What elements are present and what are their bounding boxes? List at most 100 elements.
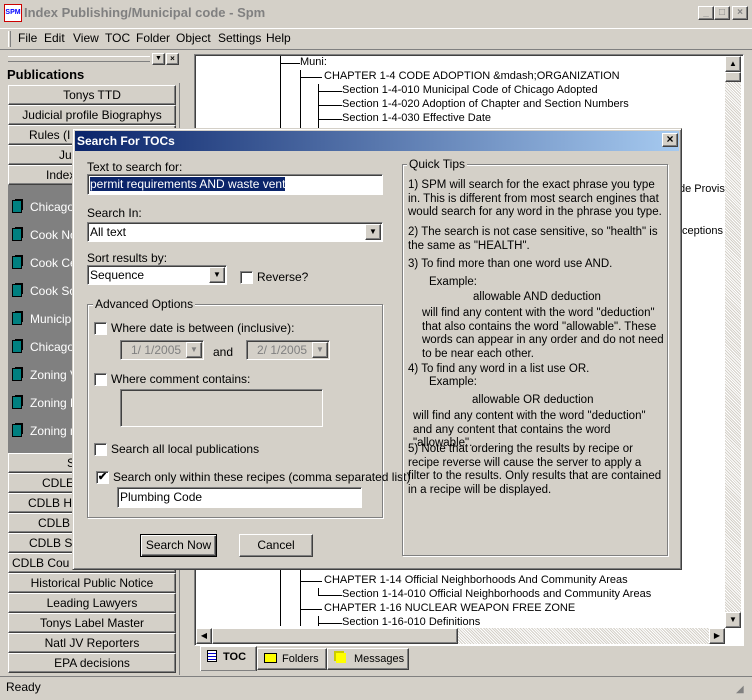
minimize-button[interactable]: _ [698,6,714,20]
publication-button[interactable]: Historical Public Notice [8,573,176,593]
search-all-local-checkbox[interactable] [94,443,107,456]
tree-node[interactable]: CHAPTER 1-14 Official Neighborhoods And … [324,574,628,586]
tree-node[interactable]: de Provis [679,183,725,195]
publication-button[interactable]: Leading Lawyers [8,593,176,613]
tab-messages[interactable]: Messages [327,648,409,670]
publication-item[interactable]: Cook Ce [12,256,77,270]
recipes-checkbox[interactable]: ✔ [96,471,109,484]
panel-close-icon[interactable]: × [166,53,179,65]
publication-item[interactable]: Cook No [12,228,77,242]
title-bar: SPM Index Publishing/Municipal code - Sp… [0,0,752,26]
tree-node[interactable]: ceptions [682,225,723,237]
scroll-left-arrow-icon[interactable]: ◀ [196,628,212,644]
publication-button[interactable]: Tonys Label Master [8,613,176,633]
chevron-down-icon[interactable]: ▼ [186,342,202,358]
scroll-up-arrow-icon[interactable]: ▲ [725,56,741,72]
tip-2: 2) The search is not case sensitive, so … [408,226,658,252]
menu-object[interactable]: Object [176,31,211,45]
folder-icon [264,653,277,663]
tree-line [318,105,342,106]
search-now-button[interactable]: Search Now [140,534,217,557]
publication-item[interactable]: Chicago [12,200,74,214]
menu-help[interactable]: Help [266,31,291,45]
date-from-picker[interactable]: 1/ 1/2005 ▼ [120,340,204,360]
book-icon [12,340,22,353]
tree-node[interactable]: Section 1-4-030 Effective Date [342,112,491,124]
publication-item[interactable]: Municipa [12,312,78,326]
status-text: Ready [6,680,41,694]
tip-3-example: allowable AND deduction [473,291,601,303]
publication-button[interactable]: Natl JV Reporters [8,633,176,653]
messages-icon [336,653,346,663]
advanced-options-title: Advanced Options [93,297,196,311]
book-icon [12,424,22,437]
comment-label: Where comment contains: [111,372,251,386]
window-title: Index Publishing/Municipal code - Spm [24,5,266,20]
publication-button[interactable]: Judicial profile Biographys [8,105,176,125]
menu-view[interactable]: View [73,31,99,45]
toolbar-grip[interactable] [8,31,11,47]
resize-grip-icon[interactable]: ◢ [736,684,744,695]
menu-folder[interactable]: Folder [136,31,170,45]
tab-folders[interactable]: Folders [257,648,327,670]
menu-toc[interactable]: TOC [105,31,130,45]
tip-4-example: allowable OR deduction [472,394,594,406]
menu-file[interactable]: File [18,31,37,45]
tree-node[interactable]: Section 1-4-020 Adoption of Chapter and … [342,98,629,110]
tree-line [318,623,342,624]
dialog-close-button[interactable]: × [662,133,678,147]
tip-3-example-label: Example: [429,276,477,288]
chevron-down-icon[interactable]: ▼ [312,342,328,358]
publication-item[interactable]: Zoning m [12,424,80,438]
book-icon [12,284,22,297]
tree-line [300,77,322,78]
reverse-label: Reverse? [257,270,309,284]
sort-by-select[interactable]: Sequence ▼ [87,265,227,285]
publication-button[interactable]: Tonys TTD [8,85,176,105]
scroll-down-arrow-icon[interactable]: ▼ [725,612,741,628]
tip-1: 1) SPM will search for the exact phrase … [408,179,662,218]
book-icon [12,200,22,213]
date-range-label: Where date is between (inclusive): [111,321,295,335]
panel-grip[interactable] [8,56,150,62]
dialog-title-bar[interactable]: Search For TOCs [75,131,679,151]
menu-settings[interactable]: Settings [218,31,261,45]
maximize-button[interactable]: □ [714,6,730,20]
publication-item[interactable]: Cook So [12,284,76,298]
chevron-down-icon[interactable]: ▼ [365,224,381,240]
panel-dropdown-icon[interactable]: ▼ [152,53,165,65]
comment-textarea[interactable] [120,389,323,427]
text-to-search-label: Text to search for: [87,160,183,174]
tree-line [318,91,342,92]
publication-button[interactable]: EPA decisions [8,653,176,673]
tree-node[interactable]: Section 1-16-010 Definitions [342,616,480,628]
publications-heading: Publications [7,67,85,82]
vertical-scroll-thumb[interactable] [725,72,741,82]
publication-item[interactable]: Zoning D [12,396,79,410]
search-in-label: Search In: [87,206,142,220]
date-to-picker[interactable]: 2/ 1/2005 ▼ [246,340,330,360]
horizontal-scroll-thumb[interactable] [212,628,458,644]
tree-node[interactable]: Muni: [300,56,327,68]
scroll-right-arrow-icon[interactable]: ▶ [709,628,725,644]
publication-item[interactable]: Chicago [12,340,74,354]
search-text-input[interactable]: permit requirements AND waste vent [87,174,383,195]
vertical-scrollbar[interactable] [725,56,741,628]
chevron-down-icon[interactable]: ▼ [209,267,225,283]
date-range-checkbox[interactable] [94,322,107,335]
tree-node[interactable]: CHAPTER 1-4 CODE ADOPTION &mdash;ORGANIZ… [324,70,620,82]
search-all-local-label: Search all local publications [111,442,260,456]
close-button[interactable]: × [732,6,748,20]
tree-line [300,609,322,610]
comment-checkbox[interactable] [94,373,107,386]
cancel-button[interactable]: Cancel [239,534,313,557]
tree-node[interactable]: Section 1-4-010 Municipal Code of Chicag… [342,84,598,96]
publication-item[interactable]: Zoning V [12,368,78,382]
tree-node[interactable]: Section 1-14-010 Official Neighborhoods … [342,588,651,600]
menu-edit[interactable]: Edit [44,31,65,45]
reverse-checkbox[interactable] [240,271,253,284]
tab-toc[interactable]: TOC [200,646,257,671]
search-in-select[interactable]: All text ▼ [87,222,383,242]
recipes-input[interactable]: Plumbing Code [117,487,362,508]
tree-node[interactable]: CHAPTER 1-16 NUCLEAR WEAPON FREE ZONE [324,602,575,614]
